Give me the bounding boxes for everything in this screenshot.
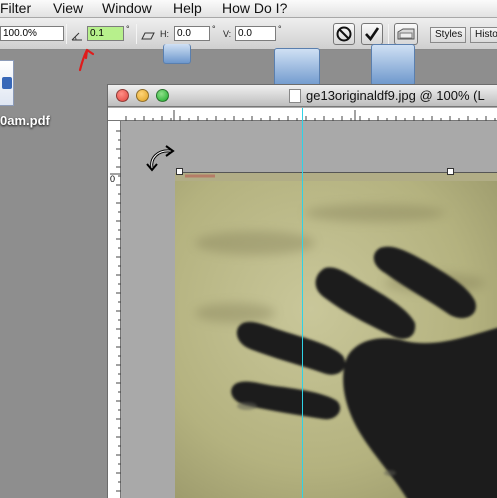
menu-filter[interactable]: Filter (0, 0, 31, 17)
rotate-cursor-icon (146, 145, 175, 172)
document-proxy-icon[interactable] (289, 89, 301, 103)
commit-transform-button[interactable] (361, 23, 383, 45)
skew-icon (141, 28, 155, 46)
tab-history[interactable]: Histo (470, 27, 497, 43)
handprint-image (175, 173, 497, 498)
separator (388, 24, 389, 44)
menu-view[interactable]: View (53, 0, 83, 17)
degree-symbol: ° (212, 24, 216, 34)
desktop-folder-icon[interactable] (274, 48, 320, 88)
transform-handle-top-center[interactable] (447, 168, 454, 175)
canvas-area[interactable] (122, 122, 497, 498)
vertical-ruler[interactable]: 0 (108, 121, 121, 498)
rotate-angle-field[interactable]: 0.1 (87, 26, 124, 41)
vertical-guide-line[interactable] (302, 108, 303, 498)
document-title: ge13originaldf9.jpg @ 100% (L (306, 88, 485, 103)
document-title-bar[interactable]: ge13originaldf9.jpg @ 100% (L (108, 85, 497, 107)
degree-symbol: ° (126, 24, 130, 34)
separator (136, 24, 137, 44)
degree-symbol: ° (278, 24, 282, 34)
desktop-folder-icon[interactable] (163, 44, 191, 64)
v-skew-field[interactable]: 0.0 (235, 26, 276, 41)
v-skew-label: V: (223, 29, 232, 39)
tab-styles[interactable]: Styles (430, 27, 466, 43)
menu-bar: Filter View Window Help How Do I? (0, 0, 497, 18)
menu-how-do-i[interactable]: How Do I? (222, 0, 287, 17)
pdf-file-icon[interactable] (0, 60, 14, 106)
zoom-button[interactable] (156, 89, 169, 102)
cancel-transform-button[interactable] (333, 23, 355, 45)
menu-window[interactable]: Window (102, 0, 152, 17)
checkmark-icon (365, 27, 380, 42)
separator (66, 24, 67, 44)
file-browser-button[interactable] (394, 23, 418, 45)
close-button[interactable] (116, 89, 129, 102)
transform-handle-top-left[interactable] (176, 168, 183, 175)
minimize-button[interactable] (136, 89, 149, 102)
cancel-icon (336, 26, 352, 42)
pdf-file-label[interactable]: 0am.pdf (0, 113, 50, 128)
ruler-zero-label: 0 (110, 174, 116, 184)
h-skew-label: H: (160, 29, 169, 39)
menu-help[interactable]: Help (173, 0, 202, 17)
document-window: ge13originaldf9.jpg @ 100% (L 0 (107, 84, 497, 498)
h-skew-field[interactable]: 0.0 (174, 26, 210, 41)
annotation-arrow-icon (78, 48, 95, 72)
file-browser-icon (397, 28, 415, 40)
handprint-photo[interactable] (175, 173, 497, 498)
desktop-folder-icon[interactable] (371, 44, 415, 86)
zoom-field[interactable]: 100.0% (0, 26, 64, 41)
